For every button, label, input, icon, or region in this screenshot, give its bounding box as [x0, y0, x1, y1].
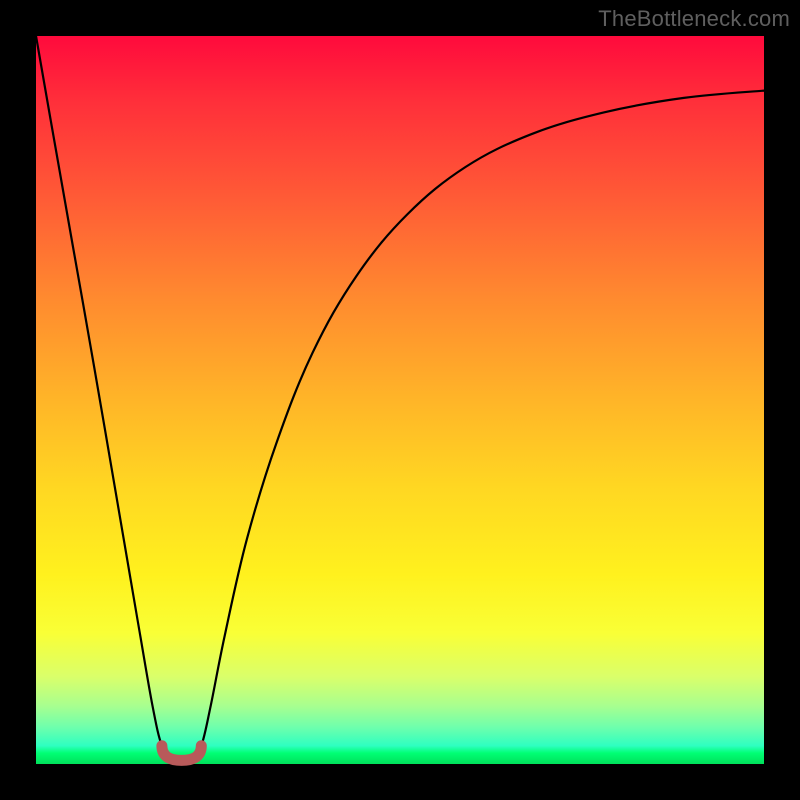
- gradient-plot-area: [36, 36, 764, 764]
- minimum-marker: [162, 746, 201, 761]
- curve-layer: [36, 36, 764, 764]
- bottleneck-curve: [36, 36, 764, 760]
- watermark-text: TheBottleneck.com: [598, 6, 790, 32]
- chart-frame: TheBottleneck.com: [0, 0, 800, 800]
